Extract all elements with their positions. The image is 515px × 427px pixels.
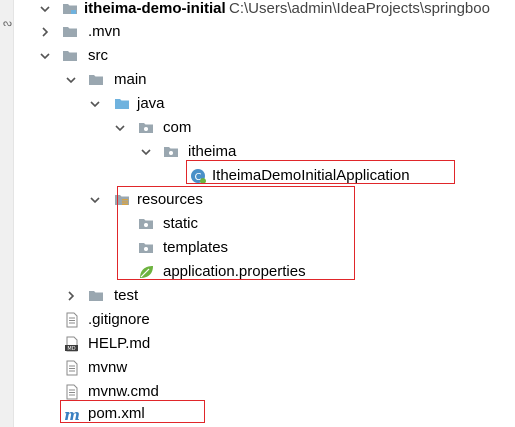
- chevron-down-icon[interactable]: [88, 97, 102, 111]
- tree-item-application-properties[interactable]: application.properties: [0, 260, 515, 284]
- folder-icon: [89, 291, 103, 301]
- markdown-file-icon: MD: [65, 336, 78, 352]
- tree-item-static[interactable]: static: [0, 212, 515, 236]
- chevron-down-icon[interactable]: [113, 121, 127, 135]
- text-file-icon: [66, 360, 78, 376]
- chevron-down-icon[interactable]: [38, 2, 52, 16]
- chevron-down-icon[interactable]: [139, 145, 153, 159]
- tree-item-mvnw-cmd[interactable]: mvnw.cmd: [0, 380, 515, 404]
- tree-item-help-md[interactable]: MD HELP.md: [0, 332, 515, 356]
- maven-pom-icon: m: [64, 406, 80, 422]
- tree-root[interactable]: itheima-demo-initial C:\Users\admin\Idea…: [0, 0, 515, 21]
- tree-item-label: application.properties: [163, 263, 306, 280]
- tree-item-label: .mvn: [88, 23, 121, 40]
- package-icon: [164, 147, 178, 157]
- tree-item-application-class[interactable]: C ItheimaDemoInitialApplication: [0, 164, 515, 188]
- module-folder-icon: [63, 4, 77, 14]
- root-project-path: C:\Users\admin\IdeaProjects\springboo: [229, 0, 490, 17]
- folder-icon: [139, 219, 153, 229]
- tree-item-resources[interactable]: resources: [0, 188, 515, 212]
- tree-item-label: HELP.md: [88, 335, 151, 352]
- tree-item-templates[interactable]: templates: [0, 236, 515, 260]
- svg-text:m: m: [64, 406, 80, 422]
- tree-item-label: pom.xml: [88, 405, 145, 422]
- source-root-icon: [115, 99, 129, 109]
- tree-item-mvn[interactable]: .mvn: [0, 20, 515, 44]
- tree-item-label: java: [137, 95, 165, 112]
- project-tree: itheima-demo-initial C:\Users\admin\Idea…: [0, 0, 515, 427]
- tree-item-label: static: [163, 215, 199, 232]
- chevron-down-icon[interactable]: [88, 193, 102, 207]
- folder-icon: [63, 27, 77, 37]
- tree-item-java[interactable]: java: [0, 92, 515, 116]
- folder-icon: [139, 243, 153, 253]
- svg-text:MD: MD: [67, 346, 75, 352]
- chevron-right-icon[interactable]: [38, 25, 52, 39]
- spring-boot-class-icon: C: [191, 169, 206, 184]
- chevron-down-icon[interactable]: [38, 49, 52, 63]
- tree-item-label: itheima: [188, 143, 237, 160]
- text-file-icon: [66, 384, 78, 400]
- root-project-name: itheima-demo-initial: [84, 0, 226, 17]
- tree-item-label: src: [88, 47, 108, 64]
- tree-item-label: main: [114, 71, 147, 88]
- folder-icon: [63, 51, 77, 61]
- package-icon: [139, 123, 153, 133]
- text-file-icon: [66, 312, 78, 328]
- tree-item-label: ItheimaDemoInitialApplication: [212, 167, 410, 184]
- tree-item-mvnw[interactable]: mvnw: [0, 356, 515, 380]
- tree-item-label: templates: [163, 239, 229, 256]
- tree-item-label: test: [114, 287, 139, 304]
- tree-item-label: mvnw: [88, 359, 128, 376]
- tree-item-itheima[interactable]: itheima: [0, 140, 515, 164]
- resources-root-icon: [115, 195, 129, 205]
- tree-item-gitignore[interactable]: .gitignore: [0, 308, 515, 332]
- tree-item-src[interactable]: src: [0, 44, 515, 68]
- spring-leaf-icon: [140, 266, 153, 278]
- tree-item-test[interactable]: test: [0, 284, 515, 308]
- tree-item-com[interactable]: com: [0, 116, 515, 140]
- tree-item-label: .gitignore: [88, 311, 150, 328]
- tree-item-label: mvnw.cmd: [88, 383, 159, 400]
- tree-item-label: resources: [137, 191, 203, 208]
- chevron-down-icon[interactable]: [64, 73, 78, 87]
- tree-item-main[interactable]: main: [0, 68, 515, 92]
- tree-item-pom-xml[interactable]: m pom.xml: [0, 402, 515, 426]
- folder-icon: [89, 75, 103, 85]
- chevron-right-icon[interactable]: [64, 289, 78, 303]
- tree-item-label: com: [163, 119, 192, 136]
